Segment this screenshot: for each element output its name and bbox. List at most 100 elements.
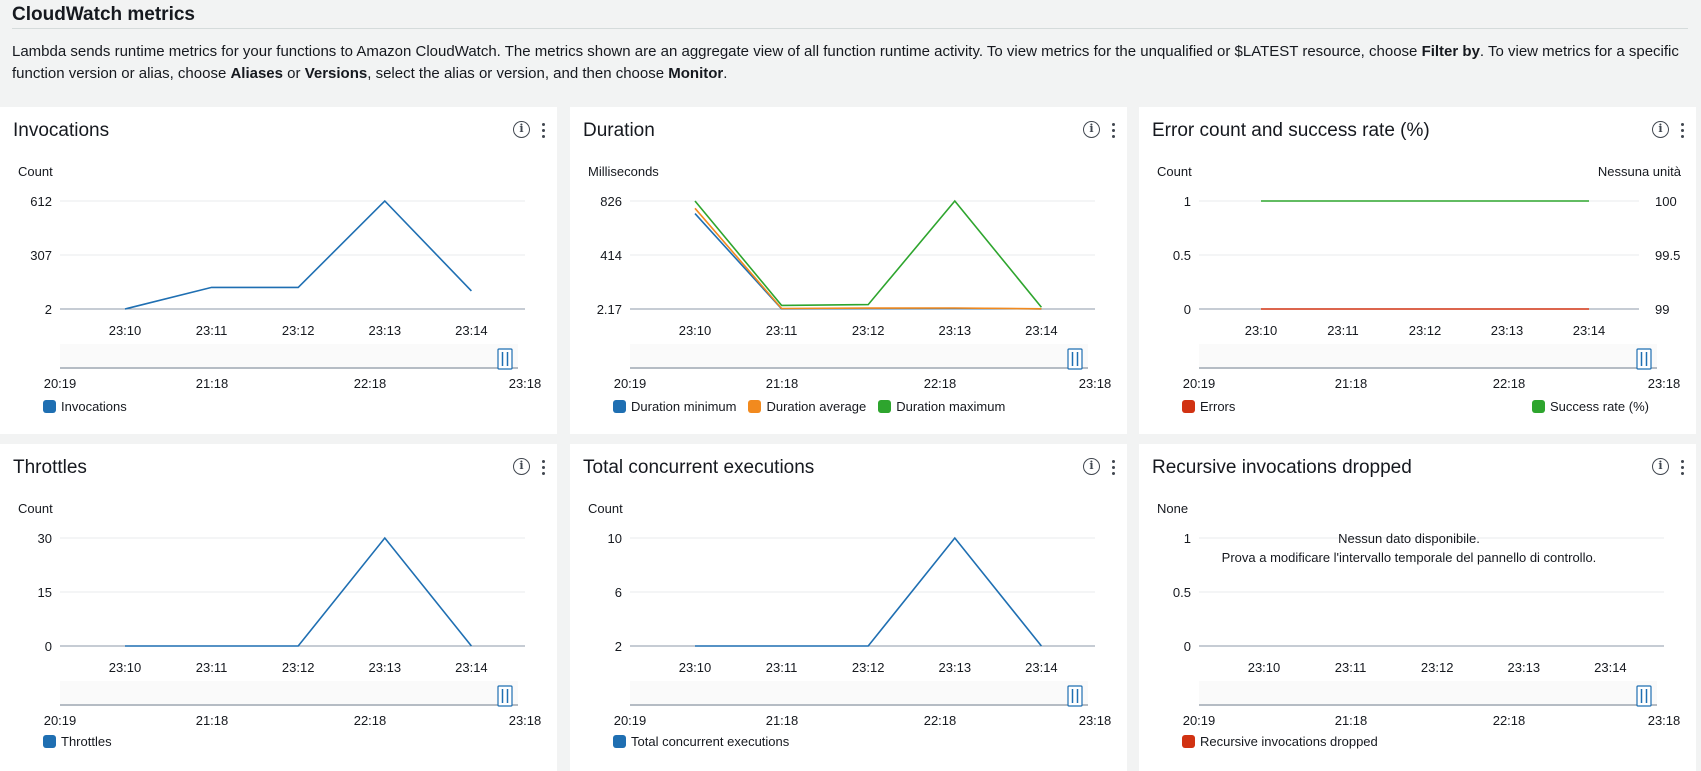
x-tick-label: 23:14 xyxy=(455,660,488,675)
chart-error-count-and-success-rate[interactable]: Count Nessuna unità 1 100 0.5 99.5 0 99 23:10 23:… xyxy=(1139,107,1696,434)
y-axis-label: Count xyxy=(588,501,623,516)
legend-item-success-rate[interactable]: Success rate (%) xyxy=(1532,399,1649,414)
range-navigator[interactable] xyxy=(1199,681,1657,705)
legend-item-invocations[interactable]: Invocations xyxy=(43,399,127,414)
x-tick-label: 23:12 xyxy=(1409,323,1442,338)
no-data-hint: Prova a modificare l'intervallo temporal… xyxy=(1222,550,1597,565)
range-navigator[interactable] xyxy=(1199,344,1657,368)
x-tick-label: 23:14 xyxy=(1573,323,1606,338)
range-handle-icon[interactable] xyxy=(1067,685,1083,707)
x-tick-label: 23:14 xyxy=(1594,660,1627,675)
legend-label: Duration average xyxy=(766,399,867,414)
x-tick-label: 23:13 xyxy=(1508,660,1541,675)
range-tick-label: 23:18 xyxy=(1648,376,1681,391)
legend-item-duration-minimum[interactable]: Duration minimum xyxy=(613,399,736,414)
x-tick-label: 23:14 xyxy=(1025,660,1058,675)
legend-item-throttles[interactable]: Throttles xyxy=(43,734,112,749)
range-navigator[interactable] xyxy=(630,681,1088,705)
desc-text-1: Lambda sends runtime metrics for your fu… xyxy=(12,43,1422,60)
y-tick-label: 414 xyxy=(600,248,622,263)
legend-item-total-concurrent-executions[interactable]: Total concurrent executions xyxy=(613,734,789,749)
series-line-duration-minimum[interactable] xyxy=(694,213,1042,310)
y-tick-label: 0 xyxy=(45,639,52,654)
section-description: Lambda sends runtime metrics for your fu… xyxy=(12,41,1682,85)
chart-throttles[interactable]: Count 30 15 0 23:10 23:11 23:12 23:13 23:14 20:19… xyxy=(0,444,557,771)
x-tick-label: 23:10 xyxy=(1245,323,1278,338)
legend-swatch xyxy=(1182,735,1195,748)
legend-swatch xyxy=(613,735,626,748)
legend-label: Success rate (%) xyxy=(1550,399,1649,414)
range-handle-icon[interactable] xyxy=(1636,348,1652,370)
panel-throttles: Throttles i Count 30 15 0 23:10 23:11 23:12 23:13… xyxy=(0,444,557,771)
series-line-duration-average[interactable] xyxy=(694,207,1042,310)
y-tick-label: 30 xyxy=(38,531,52,546)
range-tick-label: 21:18 xyxy=(1335,376,1368,391)
x-tick-label: 23:11 xyxy=(196,660,228,675)
range-handle-icon[interactable] xyxy=(1067,348,1083,370)
chart-duration[interactable]: Milliseconds 826 414 2.17 23:10 23:11 23:12 23:… xyxy=(570,107,1127,434)
range-navigator[interactable] xyxy=(60,681,518,705)
y-axis-label: Count xyxy=(18,501,53,516)
range-tick-label: 23:18 xyxy=(1079,376,1112,391)
legend-item-recursive-invocations-dropped[interactable]: Recursive invocations dropped xyxy=(1182,734,1378,749)
y-axis-label: Milliseconds xyxy=(588,164,659,179)
range-tick-label: 23:18 xyxy=(1079,713,1112,728)
legend-item-duration-average[interactable]: Duration average xyxy=(748,399,866,414)
range-tick-label: 21:18 xyxy=(1335,713,1368,728)
y-tick-label: 826 xyxy=(600,194,622,209)
range-handle-icon[interactable] xyxy=(497,685,513,707)
panel-error-count-and-success-rate: Error count and success rate (%) i Count Ne… xyxy=(1139,107,1696,434)
x-tick-label: 23:10 xyxy=(1248,660,1281,675)
range-handle-icon[interactable] xyxy=(1636,685,1652,707)
range-tick-label: 20:19 xyxy=(44,376,77,391)
y-tick-label: 1 xyxy=(1184,194,1191,209)
y-tick-label: 1 xyxy=(1184,531,1191,546)
range-tick-label: 23:18 xyxy=(509,713,542,728)
chart-legend: Invocations xyxy=(43,399,139,414)
desc-monitor: Monitor xyxy=(668,65,724,82)
range-handle-icon[interactable] xyxy=(497,348,513,370)
range-tick-label: 23:18 xyxy=(509,376,542,391)
x-tick-label: 23:10 xyxy=(679,660,712,675)
chart-legend: Recursive invocations dropped xyxy=(1182,734,1390,749)
x-tick-label: 23:13 xyxy=(369,323,402,338)
range-tick-label: 22:18 xyxy=(924,376,957,391)
x-tick-label: 23:10 xyxy=(679,323,712,338)
y-tick-label-right: 99 xyxy=(1655,302,1669,317)
legend-label: Recursive invocations dropped xyxy=(1200,734,1378,749)
legend-label: Duration maximum xyxy=(896,399,1006,414)
x-tick-label: 23:14 xyxy=(455,323,488,338)
range-navigator[interactable] xyxy=(60,344,518,368)
y-axis-label-right: Nessuna unità xyxy=(1598,164,1682,179)
legend-item-duration-maximum[interactable]: Duration maximum xyxy=(878,399,1005,414)
y-tick-label: 0.5 xyxy=(1173,585,1191,600)
x-tick-label: 23:10 xyxy=(109,660,142,675)
y-tick-label: 0.5 xyxy=(1173,248,1191,263)
y-axis-label: Count xyxy=(1157,164,1192,179)
range-tick-label: 20:19 xyxy=(614,713,647,728)
legend-item-errors[interactable]: Errors xyxy=(1182,399,1235,414)
chart-total-concurrent-executions[interactable]: Count 10 6 2 23:10 23:11 23:12 23:13 23:14 20:19 2… xyxy=(570,444,1127,771)
chart-legend: Total concurrent executions xyxy=(613,734,801,749)
legend-swatch xyxy=(43,400,56,413)
legend-swatch xyxy=(613,400,626,413)
range-navigator[interactable] xyxy=(630,344,1088,368)
range-tick-label: 22:18 xyxy=(354,376,387,391)
series-line-duration-maximum[interactable] xyxy=(694,199,1043,308)
range-tick-label: 20:19 xyxy=(1183,713,1216,728)
chart-recursive-invocations-dropped[interactable]: None 1 0.5 0 23:10 23:11 23:12 23:13 23:14 Nessun… xyxy=(1139,444,1696,771)
x-tick-label: 23:10 xyxy=(109,323,142,338)
chart-invocations[interactable]: Count 612 307 2 23:10 23:11 23:12 23:13 23:14 20:… xyxy=(0,107,557,434)
range-tick-label: 21:18 xyxy=(196,376,229,391)
legend-label: Duration minimum xyxy=(631,399,737,414)
x-tick-label: 23:11 xyxy=(1327,323,1359,338)
range-tick-label: 21:18 xyxy=(766,376,799,391)
y-tick-label: 15 xyxy=(38,585,52,600)
range-tick-label: 20:19 xyxy=(614,376,647,391)
section-header: CloudWatch metrics xyxy=(12,2,1688,29)
desc-text-3: or xyxy=(283,65,305,82)
legend-swatch xyxy=(878,400,892,413)
chart-legend: Duration minimum Duration average Duration… xyxy=(613,399,1017,414)
x-tick-label: 23:11 xyxy=(766,660,798,675)
range-tick-label: 21:18 xyxy=(196,713,229,728)
